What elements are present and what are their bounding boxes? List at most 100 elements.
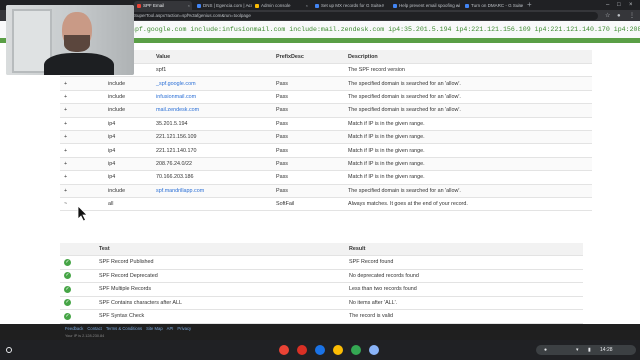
row-type: ip4 xyxy=(104,143,152,158)
profile-icon[interactable]: ● xyxy=(617,11,621,21)
row-prefix: + xyxy=(60,90,104,105)
maximize-icon[interactable]: □ xyxy=(617,0,621,10)
row-type: ip4 xyxy=(104,117,152,131)
row-prefixdesc: Pass xyxy=(272,103,344,118)
footer-link[interactable]: Contact xyxy=(87,326,101,331)
tab-label: Admin console xyxy=(261,3,291,8)
row-type: ip4 xyxy=(104,157,152,172)
col-prefixdesc: PrefixDesc xyxy=(272,50,344,64)
webcam-overlay xyxy=(6,5,134,75)
tab-close-icon[interactable]: × xyxy=(520,1,522,10)
wifi-icon: ▾ xyxy=(576,347,579,353)
chrome-icon[interactable] xyxy=(279,345,289,355)
row-prefixdesc: Pass xyxy=(272,184,344,198)
browser-tab[interactable]: Admin console × xyxy=(252,1,310,10)
star-icon[interactable]: ☆ xyxy=(605,11,610,21)
tab-close-icon[interactable]: × xyxy=(188,1,190,10)
table-row: + include mail.zendesk.com Pass The specifie… xyxy=(60,103,592,118)
menu-icon[interactable]: ⋮ xyxy=(629,11,635,21)
close-window-icon[interactable]: × xyxy=(629,0,633,10)
row-prefix: + xyxy=(60,157,104,172)
settings-icon[interactable] xyxy=(369,345,379,355)
check-circle-icon: ✓ xyxy=(64,299,71,307)
row-value: spf1 xyxy=(152,63,272,78)
row-result: SPF Record found xyxy=(345,255,583,270)
tab-label: Set up MX records for G Suite Mail xyxy=(321,3,384,8)
browser-tab[interactable]: Turn on DMARC - G Suite Admin× xyxy=(462,1,524,10)
row-prefix: + xyxy=(60,184,104,198)
row-description: Match if IP is in the given range. xyxy=(344,157,592,172)
screencast-icon[interactable] xyxy=(297,345,307,355)
browser-tab[interactable]: Set up MX records for G Suite Mail × xyxy=(312,1,384,10)
address-bar[interactable]: SuperTool.aspx?action=spf%3afgenius.com&… xyxy=(128,12,598,20)
row-test: SPF Record Deprecated xyxy=(95,269,345,283)
row-value-link[interactable]: mail.zendesk.com xyxy=(152,103,272,118)
row-type: include xyxy=(104,184,152,198)
row-prefixdesc: Pass xyxy=(272,130,344,145)
row-result: Less than two records found xyxy=(345,282,583,297)
row-description: The SPF record version xyxy=(344,63,592,78)
table-row: + ip4 208.76.24.0/22 Pass Match if IP is in … xyxy=(60,157,592,172)
table-row: ✓ SPF Contains characters after ALL No ite… xyxy=(60,296,583,310)
footer-link[interactable]: Privacy xyxy=(177,326,191,331)
row-status: ✓ xyxy=(60,269,95,283)
tests-table-header: Test Result xyxy=(60,243,583,256)
row-result: The record is valid xyxy=(345,309,583,324)
col-status xyxy=(60,243,95,256)
row-test: SPF Contains characters after ALL xyxy=(95,296,345,310)
table-row: ✓ SPF Syntax Check The record is valid xyxy=(60,309,583,324)
row-value: 221.121.156.109 xyxy=(152,130,272,145)
check-circle-icon: ✓ xyxy=(64,285,71,293)
drive-icon[interactable] xyxy=(333,345,343,355)
page-footer: Feedback Contact Terms & Conditions Site Ma… xyxy=(0,324,640,340)
footer-link[interactable]: Site Map xyxy=(146,326,163,331)
tab-label: SPF Email xyxy=(143,3,165,8)
row-test: SPF Syntax Check xyxy=(95,309,345,324)
files-icon[interactable] xyxy=(315,345,325,355)
tab-close-icon[interactable]: × xyxy=(380,1,382,10)
footer-link[interactable]: Feedback xyxy=(65,326,83,331)
row-result: No deprecated records found xyxy=(345,269,583,283)
tab-label: DNS | Egencia.com | Account xyxy=(203,3,252,8)
check-circle-icon: ✓ xyxy=(64,312,71,320)
table-row: + ip4 70.166.203.186 Pass Match if IP is in … xyxy=(60,170,592,185)
play-store-icon[interactable] xyxy=(351,345,361,355)
system-tray[interactable]: ● ▾ ▮ 14:28 xyxy=(536,345,636,355)
check-circle-icon: ✓ xyxy=(64,272,71,280)
row-description: Match if IP is in the given range. xyxy=(344,130,592,145)
row-description: The specified domain is searched for an … xyxy=(344,76,592,91)
col-test: Test xyxy=(95,243,345,256)
row-prefixdesc: Pass xyxy=(272,90,344,105)
new-tab-button[interactable]: + xyxy=(527,0,532,10)
row-value-link[interactable]: _spf.google.com xyxy=(152,76,272,91)
table-row: + include spf.mandrillapp.com Pass The speci… xyxy=(60,184,592,198)
spf-record-table: Value PrefixDesc Description spf1 The SPF… xyxy=(60,50,592,212)
footer-link[interactable]: Terms & Conditions xyxy=(106,326,142,331)
launcher-icon[interactable] xyxy=(6,347,12,353)
row-value-link[interactable]: infusionmail.com xyxy=(152,90,272,105)
browser-tab[interactable]: Help prevent email spoofing with SPF× xyxy=(390,1,460,10)
row-test: SPF Record Published xyxy=(95,255,345,270)
notification-icon[interactable]: ● xyxy=(544,345,547,355)
table-row: spf1 The SPF record version xyxy=(60,63,592,78)
row-result: No items after 'ALL'. xyxy=(345,296,583,310)
row-prefixdesc: Pass xyxy=(272,76,344,91)
table-row: ✓ SPF Record Published SPF Record found xyxy=(60,255,583,270)
browser-tab[interactable]: DNS | Egencia.com | Account× xyxy=(194,1,252,10)
row-description: Always matches. It goes at the end of yo… xyxy=(344,197,592,212)
browser-tab[interactable]: SPF Email × xyxy=(134,1,192,10)
tab-label: Help prevent email spoofing with SPF xyxy=(399,3,460,8)
tab-close-icon[interactable]: × xyxy=(306,1,308,10)
row-prefix: + xyxy=(60,130,104,145)
table-row: ~ all SoftFail Always matches. It goes at t… xyxy=(60,197,592,212)
row-value-link[interactable]: spf.mandrillapp.com xyxy=(152,184,272,198)
tab-close-icon[interactable]: × xyxy=(248,1,250,10)
minimize-icon[interactable]: – xyxy=(606,0,609,10)
footer-link[interactable]: API xyxy=(167,326,174,331)
row-prefix: + xyxy=(60,103,104,118)
row-prefix: + xyxy=(60,170,104,185)
row-value: 35.201.5.194 xyxy=(152,117,272,131)
clock: 14:28 xyxy=(600,347,613,353)
tab-close-icon[interactable]: × xyxy=(456,1,458,10)
mouse-cursor-icon xyxy=(77,205,88,222)
